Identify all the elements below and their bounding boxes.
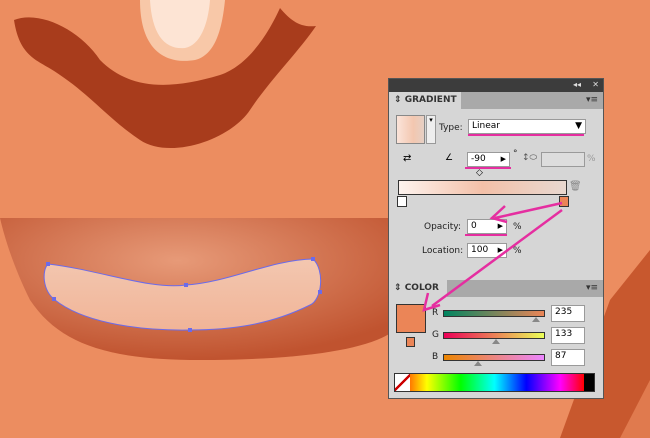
- annotation-arrows: [422, 201, 563, 312]
